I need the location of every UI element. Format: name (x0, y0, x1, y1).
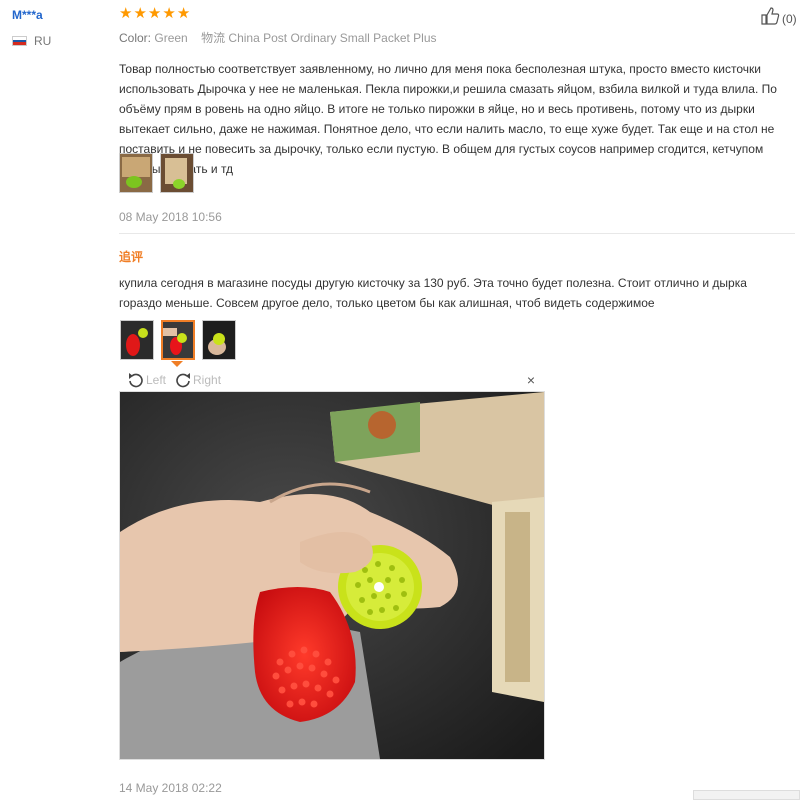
rotate-left-icon (129, 373, 143, 388)
star-icon: ★ (133, 5, 147, 22)
followup-text: купила сегодня в магазине посуды другую … (119, 276, 747, 310)
color-value: Green (154, 31, 188, 45)
reviewer-name: M***a (12, 8, 43, 22)
review-body: ★ ★ ★ ★ ★ Color: Green 物流 China Post Ordinar… (119, 6, 799, 179)
close-viewer-icon[interactable]: × (527, 372, 535, 388)
rotate-right-button[interactable]: Right (174, 371, 221, 389)
rotate-left-label: Left (146, 373, 167, 387)
star-icon: ★ (176, 5, 191, 22)
followup-photo-thumbnail[interactable] (120, 320, 154, 360)
shipping-label: 物流 (201, 31, 226, 45)
followup-photo-thumbnail[interactable] (202, 320, 236, 360)
review-date: 08 May 2018 10:56 (119, 210, 222, 224)
image-viewer-toolbar: Left Right × (119, 369, 545, 391)
horizontal-scrollbar[interactable] (693, 790, 800, 800)
reviewer-info: M***a RU (12, 8, 102, 48)
star-icon: ★ (162, 5, 176, 22)
followup-photo-thumbnail-selected[interactable] (161, 320, 195, 360)
selected-thumbnail-pointer (171, 361, 183, 367)
rotate-right-icon (176, 373, 191, 388)
color-label: Color: (119, 31, 152, 45)
divider (119, 233, 795, 234)
followup-label: 追评 (119, 250, 144, 264)
shipping-value: China Post Ordinary Small Packet Plus (228, 31, 437, 45)
review-photo-thumbnail[interactable] (160, 153, 194, 193)
star-icon: ★ (147, 5, 162, 22)
review-text: Товар полностью соответствует заявленном… (119, 62, 777, 176)
reviewer-country: RU (12, 34, 102, 48)
star-icon: ★ (119, 5, 133, 22)
rotate-left-button[interactable]: Left (127, 371, 166, 389)
star-rating: ★ ★ ★ ★ ★ (119, 6, 799, 22)
country-code: RU (34, 34, 52, 48)
review-photo-thumbnail[interactable] (119, 153, 153, 193)
followup-date: 14 May 2018 02:22 (119, 781, 222, 795)
review-photo-list (119, 153, 194, 193)
enlarged-review-photo (119, 391, 545, 760)
rotate-right-label: Right (193, 373, 222, 387)
review-meta: Color: Green 物流 China Post Ordinary Smal… (119, 29, 799, 46)
followup-photo-list (120, 320, 236, 360)
russia-flag-icon (12, 36, 27, 46)
